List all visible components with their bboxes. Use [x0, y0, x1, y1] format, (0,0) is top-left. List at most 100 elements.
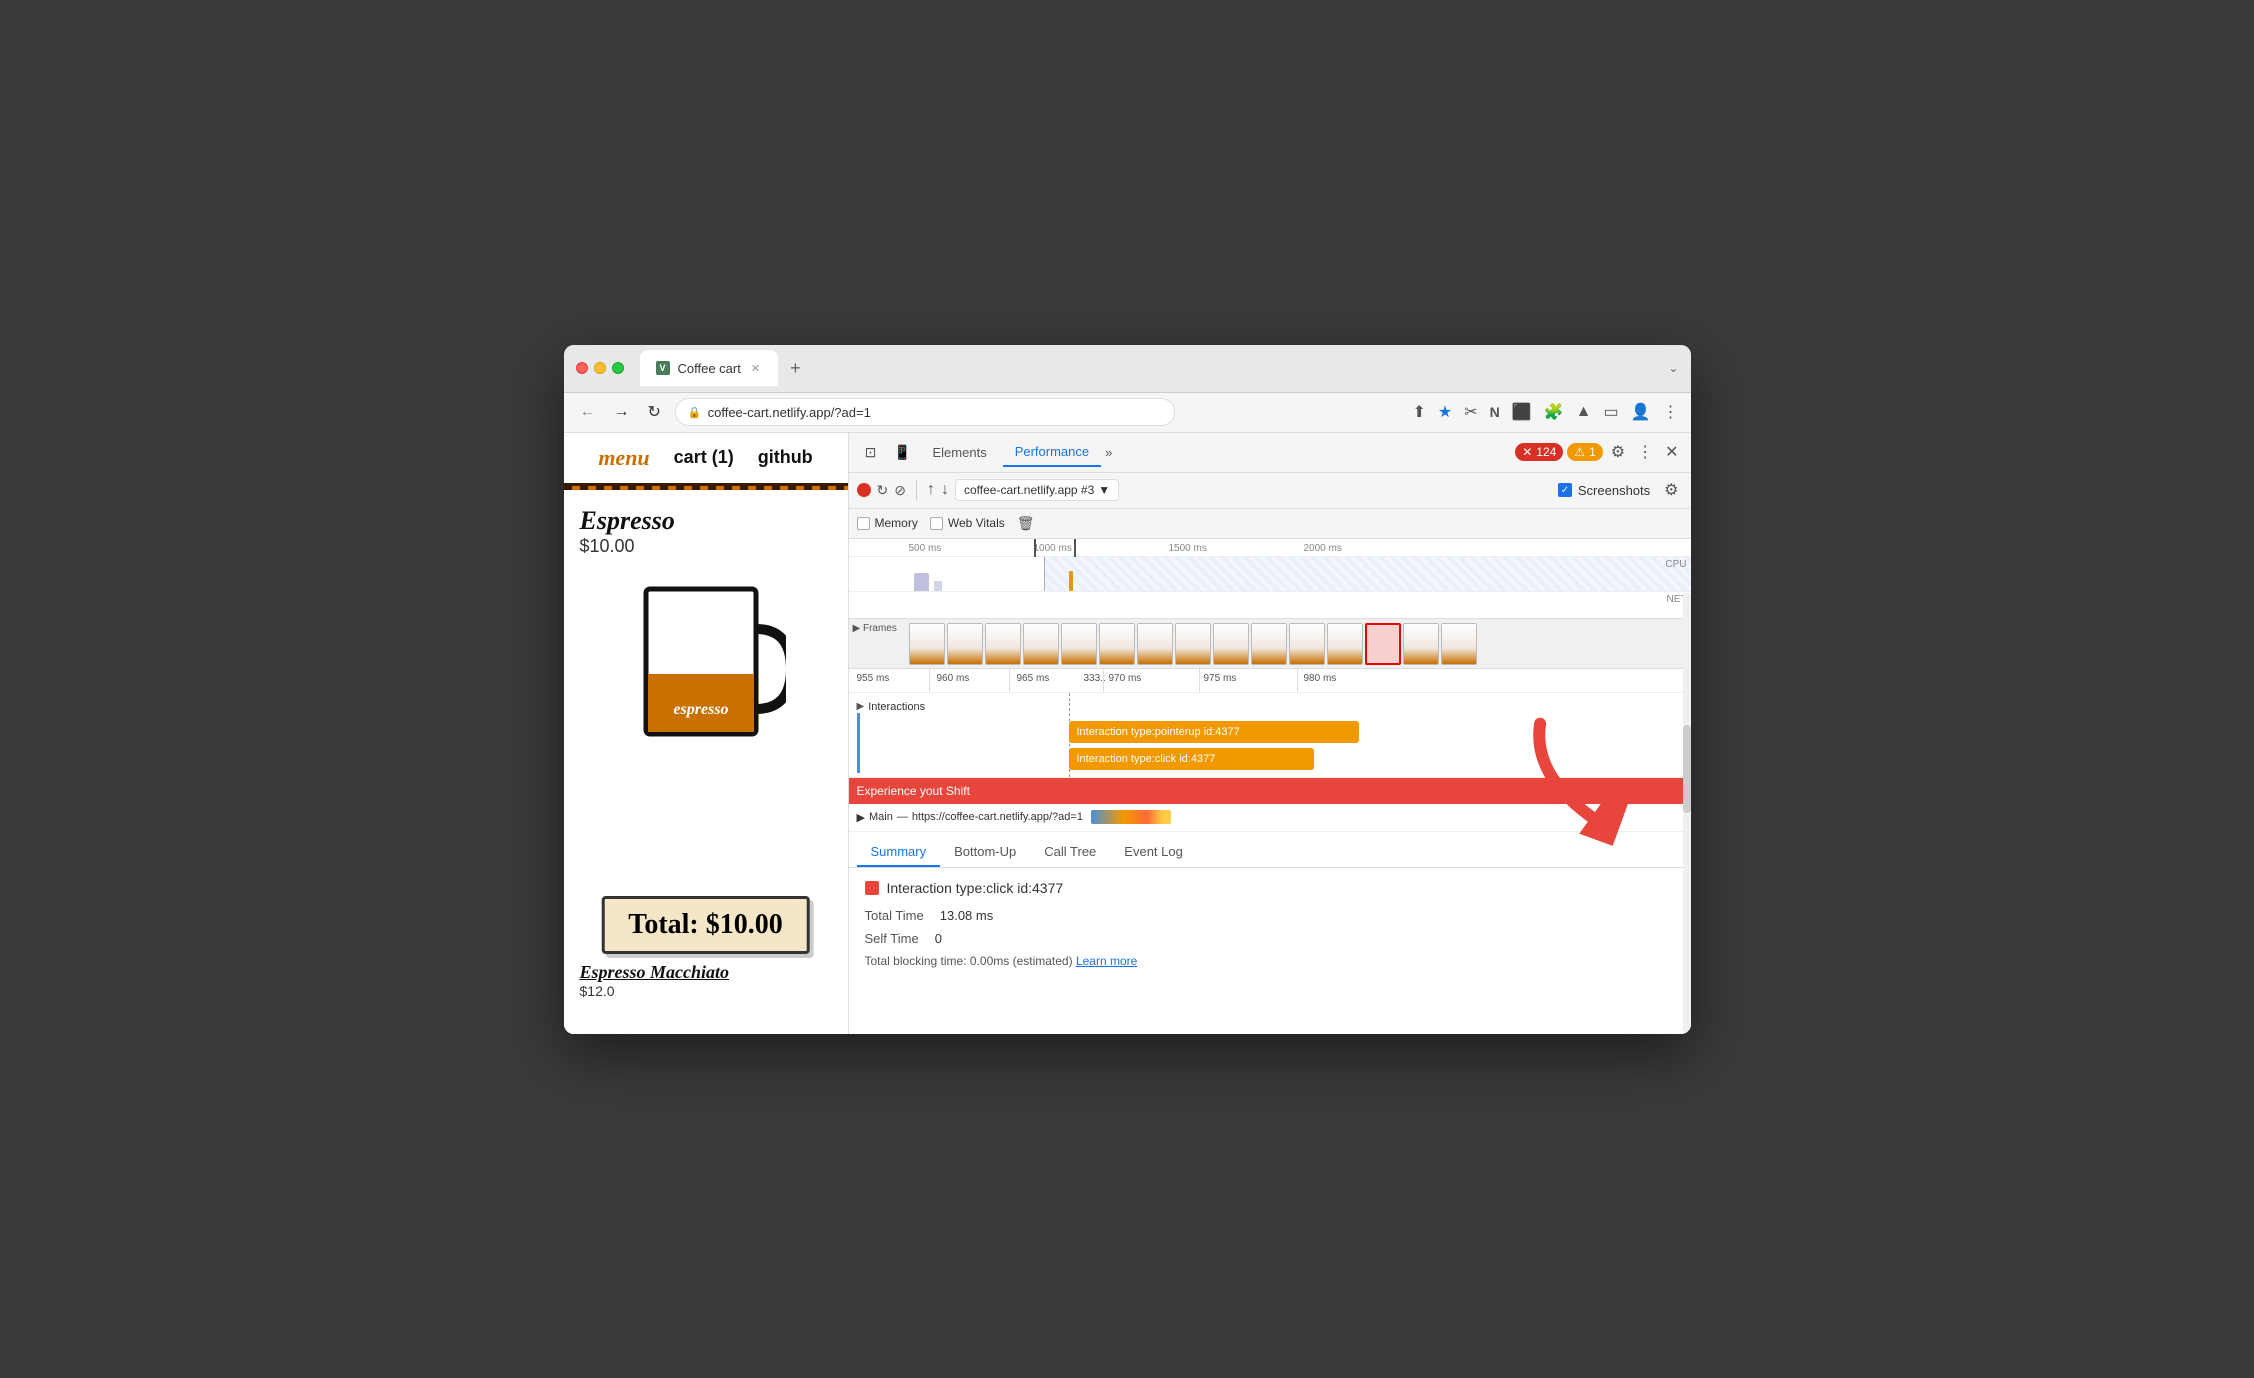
devtools-header: ⊡ 📱 Elements Performance » ✕ 124 ⚠ 1 ⚙ ⋮…: [849, 433, 1691, 473]
notion-icon[interactable]: N: [1490, 404, 1500, 420]
close-traffic-light[interactable]: [576, 362, 588, 374]
timing-955: 955 ms: [857, 673, 890, 684]
timing-965: 965 ms: [1017, 673, 1050, 684]
espresso-product: Espresso $10.00 espresso: [564, 490, 848, 765]
tab-bottom-up[interactable]: Bottom-Up: [940, 838, 1030, 867]
nav-menu-link[interactable]: menu: [598, 445, 649, 471]
summary-tabs: Summary Bottom-Up Call Tree Event Log: [849, 832, 1691, 868]
tab-summary[interactable]: Summary: [857, 838, 941, 867]
screenshots-checkbox[interactable]: ✓: [1558, 483, 1572, 497]
upload-button[interactable]: ↑: [927, 481, 935, 499]
svg-text:espresso: espresso: [673, 701, 728, 718]
content-area: menu cart (1) github Espresso $10.00: [564, 433, 1691, 1034]
devtools-more-button[interactable]: ⋮: [1633, 438, 1657, 466]
timing-975: 975 ms: [1204, 673, 1237, 684]
inspect-element-button[interactable]: ⊡: [857, 438, 885, 466]
forward-button[interactable]: →: [610, 399, 634, 425]
download-button[interactable]: ↓: [941, 481, 949, 499]
coffee-cup-svg: espresso: [626, 569, 786, 749]
memory-label: Memory: [875, 516, 918, 530]
devtools-panel: ⊡ 📱 Elements Performance » ✕ 124 ⚠ 1 ⚙ ⋮…: [849, 433, 1691, 1034]
web-vitals-label: Web Vitals: [948, 516, 1005, 530]
macchiato-product: Espresso Macchiato $12.0: [564, 954, 848, 1034]
browser-window: V Coffee cart ✕ + ⌄ ← → ↻ 🔒 coffee-cart.…: [564, 345, 1691, 1034]
tab-performance[interactable]: Performance: [1003, 438, 1101, 467]
main-thread-row: ▶ Main — https://coffee-cart.netlify.app…: [849, 804, 1691, 832]
tab-call-tree[interactable]: Call Tree: [1030, 838, 1110, 867]
cpu-spike-2: [934, 581, 942, 591]
back-button[interactable]: ←: [576, 399, 600, 425]
devtools-scrollbar[interactable]: [1683, 593, 1691, 1034]
main-thread-label: ▶: [857, 811, 865, 824]
menu-icon[interactable]: ⋮: [1663, 402, 1679, 422]
refresh-button[interactable]: ↻: [644, 398, 665, 426]
nav-cart-link[interactable]: cart (1): [674, 447, 734, 468]
interaction-bar-click-text: Interaction type:click id:4377: [1077, 753, 1216, 765]
sidebar-icon[interactable]: ▭: [1603, 402, 1618, 422]
timeline-area: 500 ms 1000 ms 1500 ms 2000 ms CPU: [849, 539, 1691, 619]
frames-strip: ▶ Frames: [849, 619, 1691, 669]
profile-icon[interactable]: 👤: [1631, 402, 1651, 422]
nav-github-link[interactable]: github: [758, 447, 813, 468]
tab-event-log[interactable]: Event Log: [1110, 838, 1197, 867]
more-tabs-icon[interactable]: »: [1105, 445, 1112, 460]
frame-thumb: [1175, 623, 1211, 665]
tab-favicon: V: [656, 361, 670, 375]
extensions-icon[interactable]: ⬛: [1512, 402, 1532, 422]
clear-button[interactable]: 🗑: [1017, 515, 1035, 532]
ruler-1000ms: 1000 ms: [1034, 543, 1072, 554]
frames-label: ▶ Frames: [853, 623, 897, 634]
frame-thumb: [1213, 623, 1249, 665]
memory-checkbox-label: Memory: [857, 516, 918, 530]
web-vitals-checkbox-label: Web Vitals: [930, 516, 1005, 530]
timing-980: 980 ms: [1304, 673, 1337, 684]
interaction-bar-pointerup-text: Interaction type:pointerup id:4377: [1077, 726, 1240, 738]
minimize-traffic-light[interactable]: [594, 362, 606, 374]
tab-close-button[interactable]: ✕: [749, 360, 762, 377]
screenshots-label: Screenshots: [1578, 483, 1650, 498]
summary-content: Interaction type:click id:4377 Total Tim…: [849, 868, 1691, 1034]
stop-button[interactable]: ⊘: [894, 482, 906, 499]
interactions-triangle-icon: ▶: [857, 701, 865, 712]
maximize-traffic-light[interactable]: [612, 362, 624, 374]
record-button[interactable]: [857, 483, 871, 497]
total-time-label: Total Time: [865, 908, 924, 923]
interactions-area: ▶ Interactions Interaction type:pointeru…: [849, 693, 1691, 778]
cart-total-overlay: Total: $10.00: [601, 896, 810, 954]
tab-elements[interactable]: Elements: [921, 439, 999, 466]
devtools-close-button[interactable]: ✕: [1661, 438, 1682, 466]
url-bar[interactable]: 🔒 coffee-cart.netlify.app/?ad=1: [675, 398, 1175, 426]
puzzle-icon[interactable]: 🧩: [1544, 402, 1564, 422]
timeline-marker-2: [1074, 539, 1076, 557]
cpu-spike-1: [914, 573, 929, 591]
share-icon[interactable]: ⬆: [1412, 402, 1425, 422]
main-thread-url: https://coffee-cart.netlify.app/?ad=1: [912, 811, 1083, 823]
active-tab[interactable]: V Coffee cart ✕: [640, 350, 779, 386]
ruler-2000ms: 2000 ms: [1304, 543, 1342, 554]
scrollbar-thumb[interactable]: [1683, 725, 1691, 813]
timing-divider-1: [929, 669, 930, 692]
warn-count: 1: [1589, 445, 1596, 459]
target-selector[interactable]: coffee-cart.netlify.app #3 ▼: [955, 479, 1119, 501]
screenshots-settings-button[interactable]: ⚙: [1660, 476, 1682, 504]
url-text: coffee-cart.netlify.app/?ad=1: [708, 405, 871, 420]
devtools-settings-button[interactable]: ⚙: [1607, 438, 1629, 466]
site-nav: menu cart (1) github: [564, 433, 848, 486]
frame-thumb: [985, 623, 1021, 665]
summary-interaction-title: Interaction type:click id:4377: [887, 880, 1064, 896]
bookmark-icon[interactable]: ★: [1438, 402, 1452, 422]
frame-thumb: [1441, 623, 1477, 665]
new-tab-button[interactable]: +: [782, 354, 809, 383]
summary-blocking-row: Total blocking time: 0.00ms (estimated) …: [865, 954, 1675, 968]
reload-record-button[interactable]: ↻: [877, 482, 889, 499]
warn-icon: ⚠: [1574, 445, 1585, 459]
device-toggle-button[interactable]: 📱: [889, 438, 917, 466]
timing-ruler: 955 ms 960 ms 965 ms 333.. 970 ms 975 ms…: [849, 669, 1691, 693]
memory-checkbox[interactable]: [857, 517, 870, 530]
web-vitals-checkbox[interactable]: [930, 517, 943, 530]
cut-icon[interactable]: ✂: [1464, 402, 1477, 422]
tab-chevron-icon[interactable]: ⌄: [1668, 361, 1678, 375]
learn-more-link[interactable]: Learn more: [1076, 954, 1137, 968]
extend-icon[interactable]: ▲: [1576, 403, 1592, 421]
error-badge: ✕ 124: [1515, 443, 1563, 461]
